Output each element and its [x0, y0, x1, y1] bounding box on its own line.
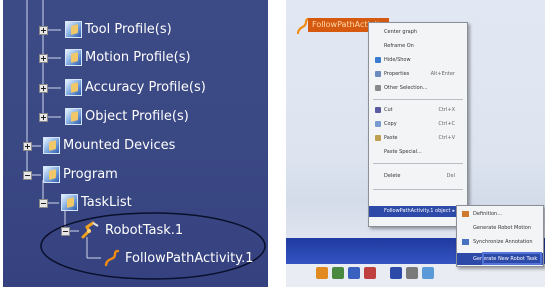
tree-node-label: TaskList — [81, 195, 132, 210]
menu-item-reframe-on[interactable]: Reframe On — [369, 41, 467, 52]
menu-item-object-submenu[interactable]: FollowPathActivity.1 object ▸ — [369, 206, 467, 217]
menu-separator — [373, 163, 463, 164]
expand-toggle-motion-profiles[interactable] — [39, 54, 48, 63]
definition-icon — [462, 211, 469, 217]
menu-item-paste-special[interactable]: Paste Special... — [369, 147, 467, 158]
tree-node-accuracy-profiles[interactable]: Accuracy Profile(s) — [65, 79, 206, 96]
toolbar-tool-icon[interactable] — [348, 267, 360, 279]
collapse-toggle-program[interactable] — [23, 171, 32, 180]
catalog-icon — [65, 21, 82, 38]
paste-icon — [375, 135, 381, 141]
collapse-toggle-robottask[interactable] — [61, 227, 70, 236]
submenu-item-synchronize-annotation[interactable]: Synchronize Annotation — [457, 236, 543, 248]
tree-node-followpathactivity[interactable]: FollowPathActivity.1 — [103, 249, 254, 267]
sync-icon — [462, 239, 469, 245]
tree-node-program[interactable]: Program — [43, 166, 118, 183]
toolbar-tool-icon[interactable] — [390, 267, 402, 279]
other-selection-icon — [375, 85, 381, 91]
toolbar-tool-icon[interactable] — [406, 267, 418, 279]
menu-item-hide-show[interactable]: Hide/Show — [369, 55, 467, 66]
tree-node-label: Tool Profile(s) — [85, 22, 172, 37]
tree-node-label: Motion Profile(s) — [85, 50, 191, 65]
context-menu: Center graph Reframe On Hide/Show Proper… — [368, 22, 468, 227]
3d-viewer-panel[interactable]: FollowPathActivity Center graph Reframe … — [286, 0, 545, 287]
tree-node-label: FollowPathActivity.1 — [125, 250, 254, 266]
menu-item-delete[interactable]: Delete Del — [369, 171, 467, 182]
menu-separator — [373, 99, 463, 100]
menu-item-center-graph[interactable]: Center graph — [369, 27, 467, 38]
expand-toggle-accuracy-profiles[interactable] — [39, 84, 48, 93]
catalog-icon — [65, 49, 82, 66]
tree-node-mounted-devices[interactable]: Mounted Devices — [43, 137, 175, 154]
tree-node-tool-profiles[interactable]: Tool Profile(s) — [65, 21, 172, 38]
catalog-icon — [61, 194, 78, 211]
tree-node-label: Object Profile(s) — [85, 109, 189, 124]
copy-icon — [375, 121, 381, 127]
selection-highlight-box — [482, 252, 542, 265]
menu-item-paste[interactable]: Paste Ctrl+V — [369, 133, 467, 144]
toolbar-tool-icon[interactable] — [422, 267, 434, 279]
tree-node-object-profiles[interactable]: Object Profile(s) — [65, 108, 189, 125]
tree-node-label: Accuracy Profile(s) — [85, 80, 206, 95]
cut-icon — [375, 107, 381, 113]
catalog-icon — [43, 137, 60, 154]
hide-show-icon — [375, 57, 381, 63]
menu-separator — [373, 189, 463, 190]
expand-toggle-object-profiles[interactable] — [39, 113, 48, 122]
catalog-icon — [43, 166, 60, 183]
menu-item-other-selection[interactable]: Other Selection... — [369, 83, 467, 94]
toolbar-tool-icon[interactable] — [364, 267, 376, 279]
tree-node-label: RobotTask.1 — [105, 222, 184, 238]
submenu-arrow-icon: ▸ — [452, 208, 455, 214]
expand-toggle-mounted-devices[interactable] — [23, 142, 32, 151]
properties-icon — [375, 71, 381, 77]
specification-tree-panel: Tool Profile(s) Motion Profile(s) Accura… — [3, 0, 268, 287]
collapse-toggle-tasklist[interactable] — [39, 199, 48, 208]
tree-node-motion-profiles[interactable]: Motion Profile(s) — [65, 49, 191, 66]
catalog-icon — [65, 108, 82, 125]
submenu-item-generate-robot-motion[interactable]: Generate Robot Motion — [457, 222, 543, 234]
menu-item-properties[interactable]: Properties Alt+Enter — [369, 69, 467, 80]
toolbar-tool-icon[interactable] — [316, 267, 328, 279]
tree-node-tasklist[interactable]: TaskList — [61, 194, 132, 211]
tree-node-label: Program — [63, 167, 118, 182]
menu-item-copy[interactable]: Copy Ctrl+C — [369, 119, 467, 130]
follow-path-icon — [104, 249, 120, 267]
menu-item-cut[interactable]: Cut Ctrl+X — [369, 105, 467, 116]
tree-node-robottask[interactable]: RobotTask.1 — [81, 221, 183, 239]
tree-node-label: Mounted Devices — [63, 138, 176, 153]
submenu-item-definition[interactable]: Definition... — [457, 208, 543, 220]
toolbar-tool-icon[interactable] — [332, 267, 344, 279]
catalog-icon — [65, 79, 82, 96]
robot-task-icon — [81, 221, 99, 239]
expand-toggle-tool-profiles[interactable] — [39, 26, 48, 35]
